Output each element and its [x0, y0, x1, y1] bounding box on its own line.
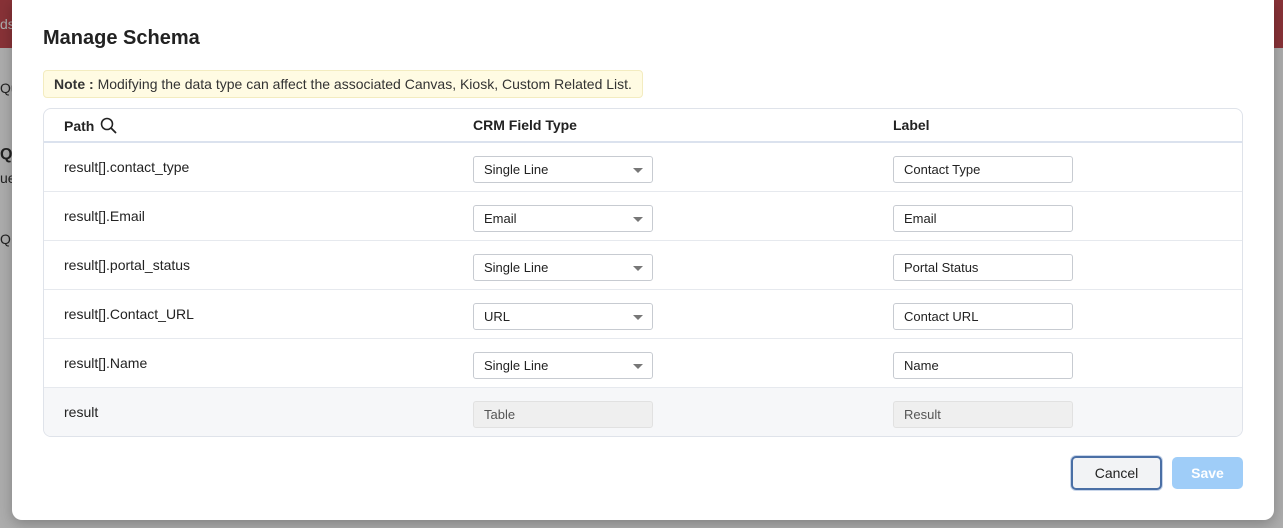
field-type-select[interactable]: Single Line: [473, 352, 653, 379]
manage-schema-dialog: Manage Schema Note : Modifying the data …: [12, 0, 1274, 520]
table-row: result[].portal_status Single Line Porta…: [44, 241, 1242, 290]
field-type-select-disabled: Table: [473, 401, 653, 428]
label-input[interactable]: Email: [893, 205, 1073, 232]
field-type-value: URL: [484, 309, 511, 324]
table-row: result Table Result: [44, 388, 1242, 436]
save-button[interactable]: Save: [1172, 457, 1243, 489]
dialog-title: Manage Schema: [43, 27, 200, 49]
column-header-label: Label: [893, 117, 930, 133]
table-row: result[].Email Email Email: [44, 192, 1242, 241]
field-type-select[interactable]: URL: [473, 303, 653, 330]
chevron-down-icon: [633, 364, 643, 369]
chevron-down-icon: [633, 315, 643, 320]
label-input[interactable]: Contact URL: [893, 303, 1073, 330]
label-input-disabled: Result: [893, 401, 1073, 428]
search-icon[interactable]: [100, 117, 117, 134]
field-type-select[interactable]: Single Line: [473, 254, 653, 281]
field-type-value: Single Line: [484, 162, 549, 177]
note-prefix: Note :: [54, 76, 94, 92]
field-type-select[interactable]: Single Line: [473, 156, 653, 183]
path-cell: result[].portal_status: [64, 257, 191, 273]
column-header-path-label: Path: [64, 117, 95, 134]
field-type-select[interactable]: Email: [473, 205, 653, 232]
path-cell: result: [64, 404, 99, 420]
field-type-value: Email: [484, 211, 517, 226]
chevron-down-icon: [633, 168, 643, 173]
field-type-value: Single Line: [484, 358, 549, 373]
path-cell: result[].Contact_URL: [64, 306, 194, 322]
column-header-path: Path: [64, 117, 117, 134]
column-header-crm-field-type: CRM Field Type: [473, 117, 577, 133]
table-row: result[].contact_type Single Line Contac…: [44, 143, 1242, 192]
chevron-down-icon: [633, 266, 643, 271]
table-row: result[].Contact_URL URL Contact URL: [44, 290, 1242, 339]
path-cell: result[].Name: [64, 355, 148, 371]
note-text: Modifying the data type can affect the a…: [97, 76, 632, 92]
label-input[interactable]: Portal Status: [893, 254, 1073, 281]
label-input[interactable]: Name: [893, 352, 1073, 379]
label-input[interactable]: Contact Type: [893, 156, 1073, 183]
schema-table: Path CRM Field Type Label result[].conta…: [43, 108, 1243, 437]
field-type-value: Single Line: [484, 260, 549, 275]
note-banner: Note : Modifying the data type can affec…: [43, 70, 643, 98]
table-row: result[].Name Single Line Name: [44, 339, 1242, 388]
path-cell: result[].contact_type: [64, 159, 190, 175]
table-header: Path CRM Field Type Label: [44, 109, 1242, 143]
path-cell: result[].Email: [64, 208, 145, 224]
cancel-button[interactable]: Cancel: [1071, 456, 1162, 490]
chevron-down-icon: [633, 217, 643, 222]
